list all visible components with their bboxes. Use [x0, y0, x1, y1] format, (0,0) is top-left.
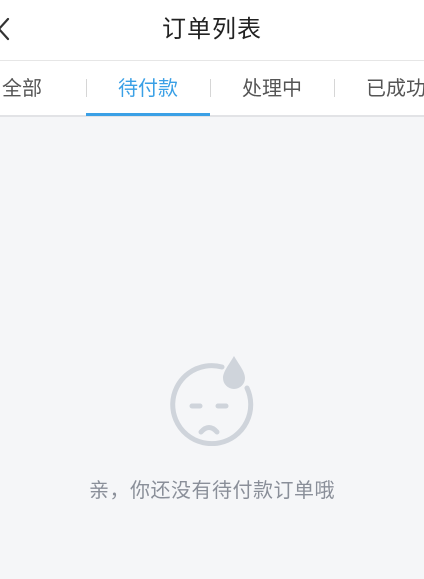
sweating-face-icon	[170, 356, 254, 446]
active-tab-indicator	[86, 113, 210, 116]
tab-pending-payment[interactable]: 待付款	[86, 61, 210, 115]
empty-message: 亲，你还没有待付款订单哦	[89, 478, 335, 502]
tab-success[interactable]: 已成功	[334, 61, 424, 115]
header-bar: 订单列表	[0, 0, 424, 60]
tab-bar: 全部 待付款 处理中 已成功	[0, 60, 424, 117]
tab-processing[interactable]: 处理中	[210, 61, 334, 115]
tab-all[interactable]: 全部	[0, 61, 44, 115]
page-title: 订单列表	[162, 15, 262, 43]
